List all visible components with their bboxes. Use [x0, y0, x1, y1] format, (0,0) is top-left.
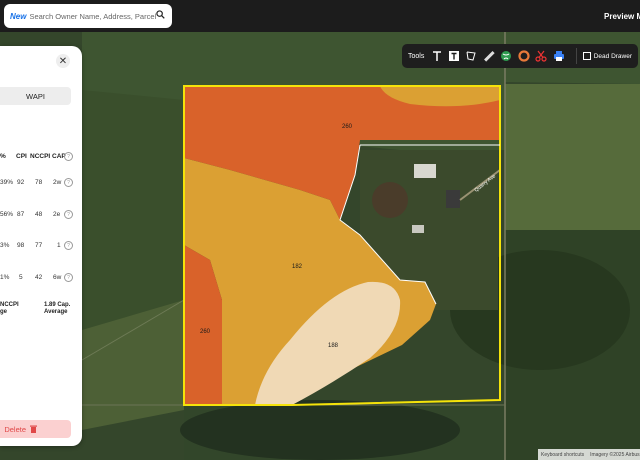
column-header-nccpi: NCCPI: [30, 153, 51, 160]
tools-label: Tools: [408, 52, 425, 60]
soil-label: 182: [292, 264, 303, 270]
delete-label: Delete: [4, 424, 26, 434]
row-pct: 3%: [0, 242, 10, 249]
delete-button[interactable]: Delete: [0, 420, 71, 438]
cap-average-summary: 1.89 Cap. Average: [44, 302, 70, 316]
imagery-credit: Imagery ©2025 Airbus: [590, 451, 640, 458]
ruler-icon[interactable]: [483, 50, 495, 63]
soil-label: 260: [342, 124, 353, 130]
row-nccpi: 78: [35, 179, 43, 186]
printer-icon[interactable]: [552, 50, 564, 63]
map-attribution: Keyboard shortcuts Imagery ©2025 Airbus: [538, 449, 640, 460]
soil-label: 260: [200, 329, 211, 335]
keyboard-shortcuts-link[interactable]: Keyboard shortcuts: [541, 452, 584, 458]
close-icon[interactable]: ✕: [56, 54, 70, 68]
dead-drawer-label: Dead Drawer: [593, 52, 633, 60]
info-icon[interactable]: ?: [64, 178, 73, 187]
row-nccpi: 42: [35, 274, 43, 281]
column-header-pct: %: [0, 153, 6, 160]
info-icon[interactable]: ?: [64, 273, 73, 282]
row-cpi: 92: [17, 179, 25, 186]
row-cap: 2w: [53, 179, 62, 186]
square-icon: [582, 52, 591, 60]
info-icon[interactable]: ?: [64, 241, 73, 250]
row-pct: 39%: [0, 179, 14, 186]
row-nccpi: 77: [35, 242, 43, 249]
info-icon[interactable]: ?: [64, 210, 73, 219]
dead-drawer-button[interactable]: Dead Drawer: [575, 48, 633, 64]
row-cpi: 87: [17, 211, 25, 218]
summary-label: ge: [0, 309, 8, 315]
text-tool-icon[interactable]: [430, 50, 442, 63]
text-box-icon[interactable]: [448, 50, 460, 63]
summary-label: NCCPI: [0, 302, 19, 308]
info-icon[interactable]: ?: [64, 152, 73, 161]
search-bar[interactable]: New: [4, 4, 172, 28]
row-pct: 1%: [0, 274, 10, 281]
row-cpi: 98: [17, 242, 25, 249]
summary-label: Average: [44, 309, 68, 315]
search-input[interactable]: [29, 11, 158, 21]
search-icon[interactable]: [156, 10, 165, 19]
row-pct: 56%: [0, 211, 14, 218]
map-toolbar: Tools Dead Drawer: [402, 44, 638, 68]
row-cap: 2e: [53, 211, 61, 218]
summary-label: 1.89 Cap.: [44, 302, 71, 308]
soil-report-panel: ✕ WAPI % CPI NCCPI CAP ? 39% 92 78 2w ? …: [0, 46, 82, 446]
row-nccpi: 48: [35, 211, 43, 218]
circle-tool-icon[interactable]: [517, 50, 530, 63]
scissors-icon[interactable]: [535, 50, 547, 63]
row-cpi: 5: [19, 274, 23, 281]
column-header-cpi: CPI: [16, 153, 27, 160]
row-cap: 1: [57, 242, 61, 249]
soil-label: 188: [328, 343, 339, 349]
tab-wapi[interactable]: WAPI: [0, 87, 71, 105]
polygon-tool-icon[interactable]: [465, 50, 477, 63]
new-badge: New: [10, 11, 27, 21]
globe-icon[interactable]: [500, 50, 512, 63]
preview-map-button[interactable]: Preview Ma: [604, 12, 640, 21]
row-cap: 6w: [53, 274, 62, 281]
trash-icon: [30, 425, 37, 433]
top-bar: New Preview Ma: [0, 0, 640, 32]
nccpi-average-summary: NCCPI ge: [0, 302, 19, 316]
satellite-map[interactable]: 260 182 260 188 Quarry Ave: [0, 32, 640, 460]
